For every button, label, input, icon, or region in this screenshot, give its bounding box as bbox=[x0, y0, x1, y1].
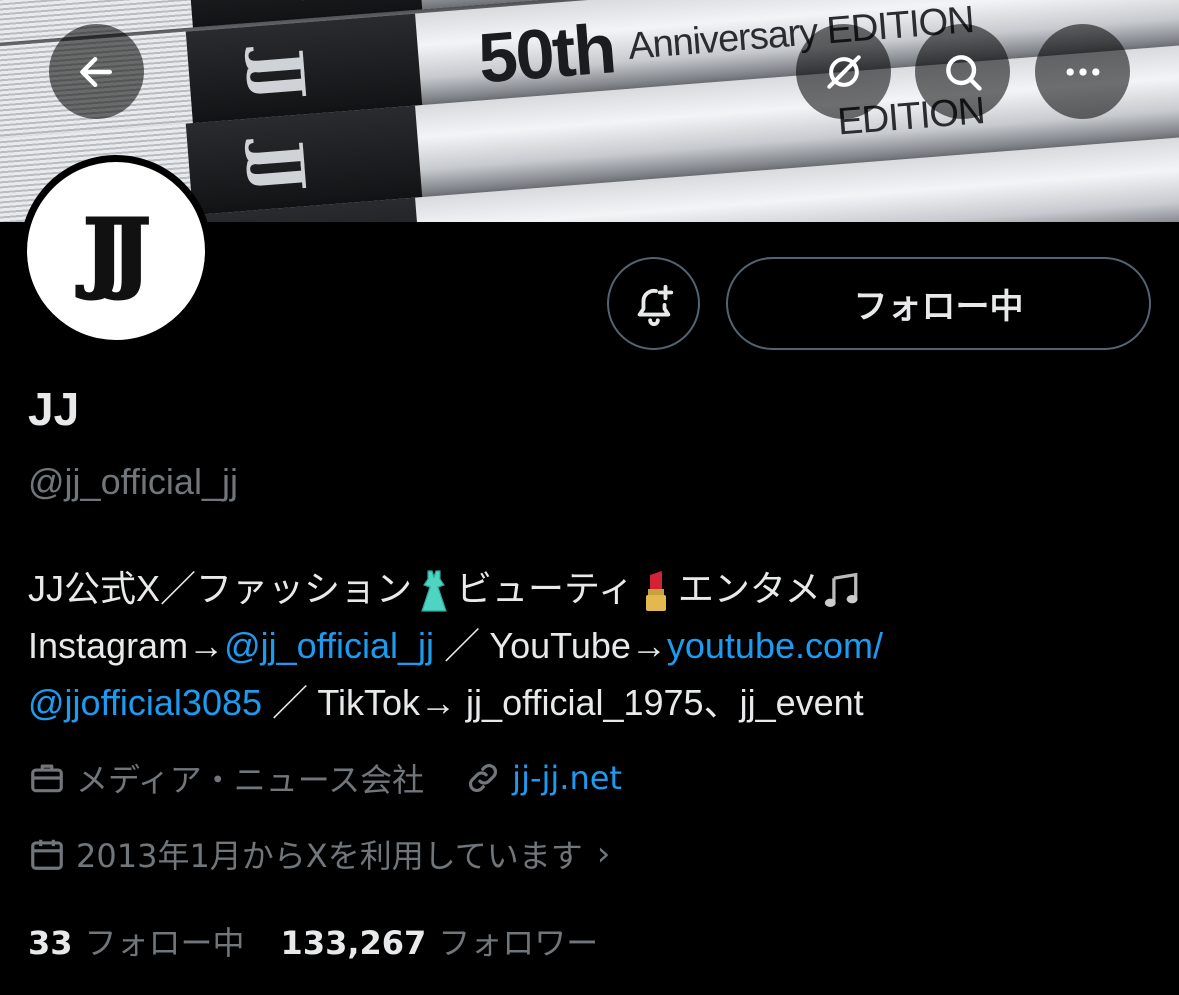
instagram-link[interactable]: @jj_official_jj bbox=[224, 625, 434, 666]
more-button[interactable] bbox=[1035, 24, 1130, 119]
bio-line: Instagram→@jj_official_jj ／ YouTube→yout… bbox=[28, 625, 884, 666]
lipstick-emoji bbox=[645, 571, 666, 612]
bell-plus-icon bbox=[637, 284, 673, 326]
bio-line: @jjofficial3085 ／ TikTok→ jj_official_19… bbox=[28, 682, 864, 723]
following-stat[interactable]: 33 フォロー中 bbox=[28, 918, 245, 964]
link-icon bbox=[469, 764, 498, 792]
back-button[interactable] bbox=[49, 24, 144, 119]
search-button[interactable] bbox=[915, 24, 1010, 119]
youtube-link-continued[interactable]: @jjofficial3085 bbox=[28, 682, 262, 723]
display-name: JJ bbox=[28, 383, 80, 435]
joined-date-row[interactable]: 2013年1月からXを利用しています › bbox=[28, 831, 610, 877]
following-button[interactable]: フォロー中 bbox=[726, 257, 1151, 350]
website-link[interactable]: jj-jj.net bbox=[464, 759, 622, 797]
bio-line: JJ公式X／ファッション ビューティ エンタメ bbox=[28, 560, 1158, 617]
more-horizontal-icon bbox=[1066, 67, 1099, 76]
profile-meta-row: メディア・ニュース会社 jj-jj.net bbox=[28, 755, 622, 801]
musical-notes-emoji bbox=[824, 573, 858, 608]
avatar-logo-text: JJ bbox=[82, 199, 153, 303]
translate-icon bbox=[826, 54, 861, 89]
chevron-right-icon: › bbox=[596, 834, 611, 874]
profile-category: メディア・ニュース会社 bbox=[76, 761, 425, 799]
avatar-image: JJ bbox=[27, 162, 205, 340]
follow-stats: 33 フォロー中 133,267 フォロワー bbox=[28, 918, 598, 964]
joined-date: 2013年1月からXを利用しています bbox=[76, 837, 583, 875]
translate-button[interactable] bbox=[796, 24, 891, 119]
briefcase-icon bbox=[31, 764, 63, 793]
website-url[interactable]: jj-jj.net bbox=[512, 759, 622, 797]
search-icon bbox=[945, 54, 982, 91]
avatar[interactable]: JJ bbox=[20, 155, 212, 347]
calendar-icon bbox=[31, 839, 63, 870]
user-handle: @jj_official_jj bbox=[28, 461, 238, 502]
arrow-left-icon bbox=[79, 56, 112, 87]
dress-emoji bbox=[421, 570, 447, 613]
notifications-button[interactable] bbox=[607, 257, 700, 350]
youtube-link[interactable]: youtube.com/ bbox=[667, 625, 883, 666]
profile-bio: JJ公式X／ファッション ビューティ エンタメ Instagram→@jj_of… bbox=[28, 560, 1158, 731]
followers-stat[interactable]: 133,267 フォロワー bbox=[281, 918, 599, 964]
